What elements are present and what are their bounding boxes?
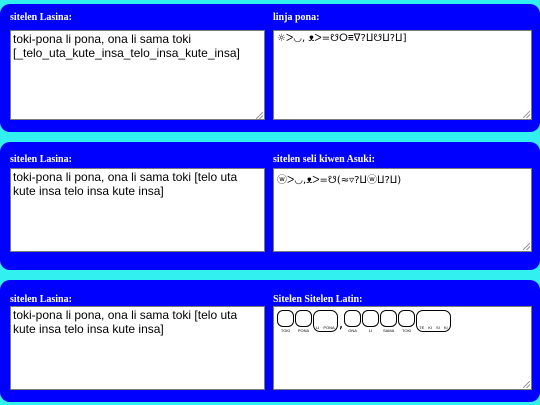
ss-caption: KI — [443, 325, 448, 330]
sitelen-lasina-textarea[interactable]: toki-pona li pona, ona li sama toki [tel… — [10, 168, 265, 252]
comma-icon: , — [338, 316, 344, 332]
ona-glyph-icon — [344, 310, 362, 327]
resize-grip-icon[interactable] — [523, 243, 530, 250]
li-pona-bracket: LI PONA — [313, 310, 338, 332]
linja-pona-output[interactable]: ☼ᐳ◡, ᴥᐳ=☋ⵔ⩳ᐁ?ⵡ☋ⵡ?ⵡ] — [273, 30, 532, 120]
sitelen-sitelen-output[interactable]: TOKI PONA LI PONA , ONA LI SAMA TOKI TE … — [273, 306, 532, 390]
sitelen-lasina-label: sitelen Lasina: — [10, 12, 72, 23]
panel-linja-pona: sitelen Lasina: toki-pona li pona, ona l… — [0, 4, 540, 132]
ss-word-toki: TOKI — [277, 310, 294, 333]
ss-caption: PONA — [323, 325, 335, 330]
linja-pona-label: linja pona: — [273, 12, 320, 23]
toki-glyph-icon — [398, 310, 416, 327]
ss-caption: TE — [419, 325, 425, 330]
sitelen-lasina-textarea[interactable]: toki-pona li pona, ona li sama toki [tel… — [10, 306, 265, 390]
resize-grip-icon[interactable] — [256, 112, 263, 119]
sitelen-lasina-label: sitelen Lasina: — [10, 294, 72, 305]
sitelen-lasina-label: sitelen Lasina: — [10, 154, 72, 165]
sitelen-seli-kiwen-label: sitelen seli kiwen Asuki: — [273, 154, 375, 165]
linja-pona-glyphs: ☼ᐳ◡, ᴥᐳ=☋ⵔ⩳ᐁ?ⵡ☋ⵡ?ⵡ] — [277, 33, 407, 44]
li-glyph-icon — [362, 310, 380, 327]
sitelen-seli-kiwen-glyphs: ⓦᐳ◡,ᴥᐳ=☋(≈▿?ⵡⓦⵡ?ⵡ) — [277, 175, 402, 186]
toki-glyph-icon — [277, 310, 294, 327]
panel-sitelen-seli-kiwen: sitelen Lasina: toki-pona li pona, ona l… — [0, 142, 540, 270]
pona-glyph-icon — [295, 310, 312, 327]
resize-grip-icon[interactable] — [523, 381, 530, 388]
sama-glyph-icon — [380, 310, 398, 327]
sitelen-lasina-textarea[interactable]: toki-pona li pona, ona li sama toki [_te… — [10, 30, 265, 120]
name-cartouche-bracket: TE KI SI KI — [416, 310, 451, 332]
ss-word-ona: ONA — [344, 310, 362, 333]
ss-caption: SAMA — [382, 328, 395, 333]
ss-word-sama: SAMA — [380, 310, 398, 333]
sitelen-sitelen-latin-label: Sitelen Sitelen Latin: — [273, 294, 363, 305]
ss-caption: TOKI — [402, 328, 412, 333]
ss-caption: LI — [368, 328, 373, 333]
resize-grip-icon[interactable] — [523, 111, 530, 118]
ss-caption: PONA — [297, 328, 310, 333]
ss-caption: SI — [436, 325, 440, 330]
ss-caption: ONA — [348, 328, 357, 333]
sitelen-seli-kiwen-output[interactable]: ⓦᐳ◡,ᴥᐳ=☋(≈▿?ⵡⓦⵡ?ⵡ) — [273, 168, 532, 252]
ss-caption: TOKI — [280, 328, 291, 333]
ss-caption: LI — [316, 325, 320, 330]
sitelen-sitelen-glyph-row: TOKI PONA LI PONA , ONA LI SAMA TOKI TE … — [277, 310, 528, 344]
ss-word-pona: PONA — [295, 310, 312, 333]
ss-caption: KI — [428, 325, 433, 330]
ss-word-toki-2: TOKI — [398, 310, 416, 333]
ss-word-li: LI — [362, 310, 380, 333]
panel-sitelen-sitelen: sitelen Lasina: toki-pona li pona, ona l… — [0, 280, 540, 402]
